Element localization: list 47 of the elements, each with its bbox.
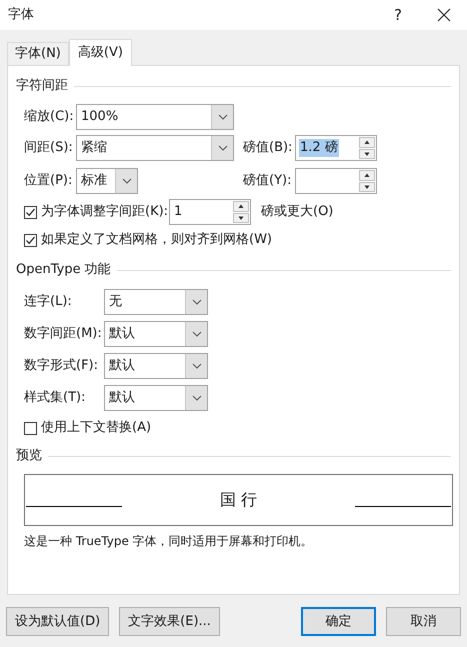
field-label: 磅值(Y):	[243, 172, 292, 190]
dropdown[interactable]: 无	[104, 289, 208, 315]
field-label: 位置(P):	[24, 172, 74, 190]
checkbox[interactable]	[24, 422, 37, 434]
field-label: 连字(L):	[24, 293, 73, 312]
dialog-button[interactable]: 文字效果(E)...	[119, 607, 220, 636]
spin-field[interactable]: 1	[169, 199, 251, 225]
field-label: 缩放(C):	[24, 108, 75, 126]
dialog-button[interactable]: 设为默认值(D)	[6, 607, 110, 636]
field-label: 样式集(T):	[24, 389, 86, 408]
chevron-icon	[192, 299, 202, 305]
chevron-icon	[218, 114, 228, 120]
dropdown[interactable]: 默认	[104, 385, 208, 411]
preview-text: 国 行	[218, 489, 258, 511]
dropdown[interactable]: 100%	[76, 104, 234, 130]
field-label: 磅或更大(O)	[261, 203, 334, 222]
help-button[interactable]: ?	[375, 0, 421, 30]
field-label: 间距(S):	[24, 139, 74, 158]
dropdown[interactable]: 默认	[104, 353, 208, 379]
font-description: 这是一种 TrueType 字体，同时适用于屏幕和打印机。	[24, 533, 314, 550]
chevron-icon	[192, 331, 202, 337]
chevron-icon	[192, 363, 202, 369]
checkbox-label: 使用上下文替换(A)	[41, 419, 152, 438]
dropdown[interactable]: 标准	[76, 168, 138, 194]
checkbox[interactable]	[24, 234, 37, 246]
spin-field[interactable]: 1.2 磅	[295, 135, 377, 161]
chevron-icon	[122, 178, 132, 184]
group-title: OpenType 功能	[16, 261, 111, 280]
chevron-icon	[218, 145, 228, 151]
spin-field[interactable]	[295, 168, 377, 194]
group-title: 预览	[16, 447, 42, 466]
group-title: 字符间距	[16, 77, 68, 96]
window-title: 字体	[8, 6, 35, 24]
field-label: 磅值(B):	[243, 139, 294, 158]
close-icon	[437, 8, 451, 22]
checkbox-label: 如果定义了文档网格，则对齐到网格(W)	[41, 231, 272, 250]
dropdown[interactable]: 紧缩	[76, 135, 234, 161]
checkbox-label: 为字体调整字间距(K):	[41, 203, 169, 222]
chevron-icon	[192, 395, 202, 401]
tab[interactable]: 字体(N)	[7, 42, 69, 65]
checkbox[interactable]	[24, 206, 37, 218]
field-label: 数字形式(F):	[24, 357, 100, 376]
dialog-button[interactable]: 确定	[301, 607, 376, 636]
tab[interactable]: 高级(V)	[68, 39, 132, 66]
dropdown[interactable]: 默认	[104, 321, 208, 347]
field-label: 数字间距(M):	[24, 325, 103, 344]
dialog-button[interactable]: 取消	[386, 607, 461, 636]
